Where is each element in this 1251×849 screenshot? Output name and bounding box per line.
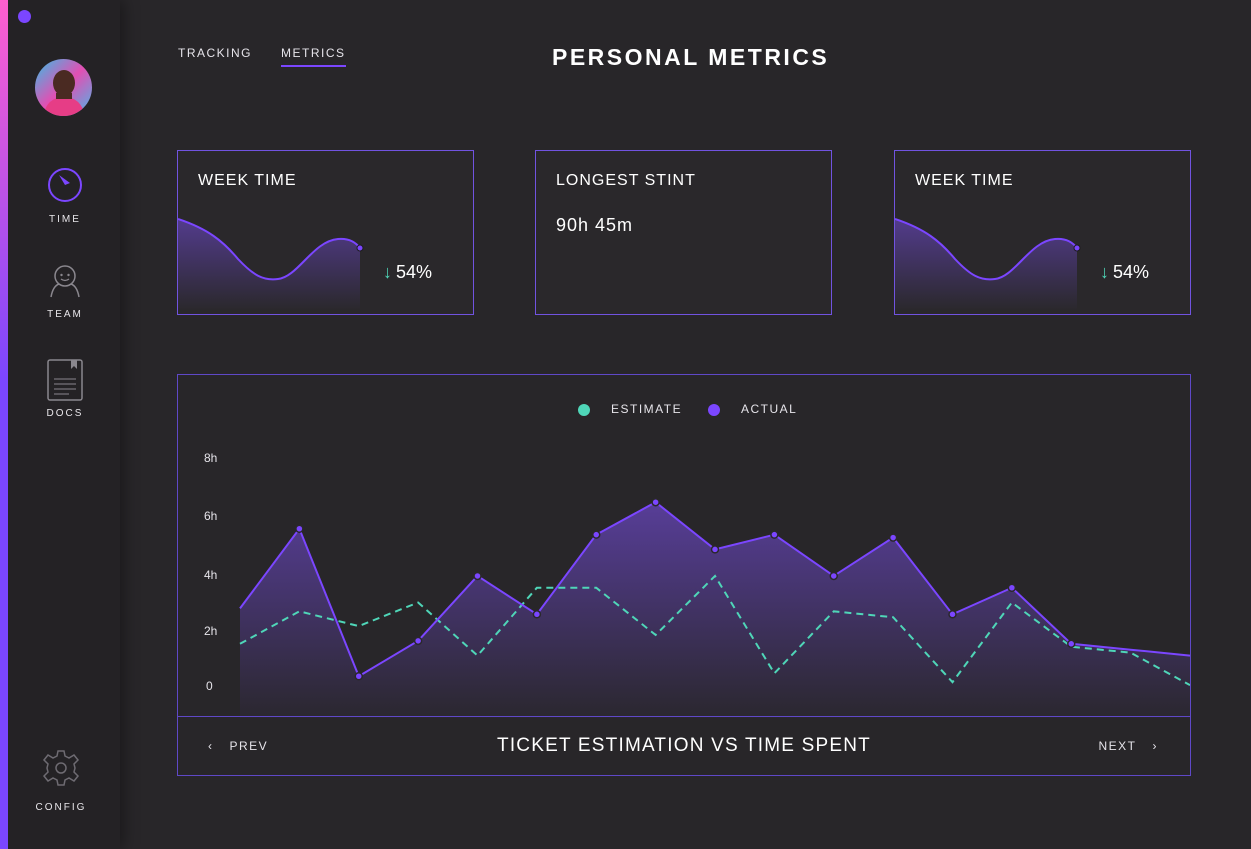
card-value: 90h 45m (556, 215, 634, 235)
sidebar: TIME TEAM DOCS CONFIG (0, 0, 120, 849)
team-icon (50, 265, 80, 298)
sparkline (895, 218, 1081, 311)
chart-footer: ‹ PREV TICKET ESTIMATION VS TIME SPENT NE… (178, 716, 1190, 775)
actual-data-point[interactable] (710, 545, 720, 554)
delta-value: 54% (396, 262, 433, 282)
sidebar-item-config[interactable]: CONFIG (11, 749, 111, 813)
actual-data-point[interactable] (948, 610, 957, 619)
timer-icon (48, 168, 82, 202)
sidebar-item-label: TEAM (47, 309, 83, 320)
actual-data-point[interactable] (829, 571, 838, 581)
page-title: PERSONAL METRICS (552, 44, 830, 70)
actual-data-point[interactable] (592, 530, 601, 539)
delta-value: 54% (1113, 262, 1150, 282)
actual-data-point[interactable] (295, 524, 304, 533)
actual-data-point[interactable] (473, 571, 482, 581)
sidebar-item-label: DOCS (46, 408, 84, 419)
week-time-card: WEEK TIME ↓ 54% (177, 150, 474, 315)
chevron-right-icon: › (1152, 739, 1158, 753)
actual-area (240, 502, 1190, 718)
actual-data-point[interactable] (888, 533, 898, 542)
card-title: LONGEST STINT (556, 172, 696, 189)
actual-data-point[interactable] (413, 636, 423, 646)
sparkline (178, 218, 364, 311)
gear-icon (42, 750, 80, 786)
delta: ↓ 54% (383, 262, 432, 283)
actual-data-point[interactable] (532, 610, 542, 619)
arrow-down-icon: ↓ (383, 262, 392, 282)
delta: ↓ 54% (1100, 262, 1149, 283)
status-dot (18, 10, 31, 23)
card-title: WEEK TIME (198, 172, 297, 189)
longest-stint-card: LONGEST STINT 90h 45m (535, 150, 832, 315)
actual-data-point[interactable] (354, 672, 363, 681)
actual-data-point[interactable] (1067, 639, 1076, 649)
arrow-down-icon: ↓ (1100, 262, 1109, 282)
actual-data-point[interactable] (1007, 583, 1017, 592)
card-title: WEEK TIME (915, 172, 1014, 189)
avatar[interactable] (35, 59, 92, 116)
docs-icon (47, 359, 83, 401)
estimation-chart: ESTIMATE ACTUAL 8h 6h 4h 2h 0 ‹ PREV TICK… (177, 374, 1191, 776)
chart-title: TICKET ESTIMATION VS TIME SPENT (497, 735, 871, 756)
sidebar-item-label: TIME (49, 214, 81, 225)
sidebar-item-team[interactable]: TEAM (15, 262, 115, 320)
actual-data-point[interactable] (651, 497, 660, 507)
sidebar-item-docs[interactable]: DOCS (15, 359, 115, 419)
next-label: NEXT (1098, 739, 1137, 753)
tab-metrics[interactable]: METRICS (281, 46, 346, 67)
next-button[interactable]: NEXT › (1098, 739, 1158, 753)
sidebar-item-time[interactable]: TIME (15, 167, 115, 225)
line-chart-plot (239, 497, 1190, 718)
tab-tracking[interactable]: TRACKING (178, 46, 252, 60)
sidebar-accent-bar (0, 0, 8, 849)
week-time-card-2: WEEK TIME ↓ 54% (894, 150, 1191, 315)
actual-data-point[interactable] (770, 530, 779, 539)
sidebar-config-label: CONFIG (35, 802, 87, 813)
